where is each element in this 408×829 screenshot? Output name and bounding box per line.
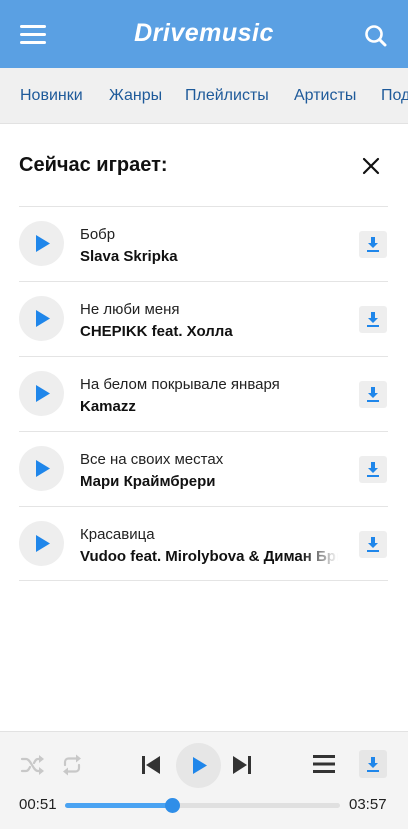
track-list: Бобр Slava Skripka Не люби меня CHEPIKK … xyxy=(19,206,388,581)
track-artist: CHEPIKK feat. Холла xyxy=(80,323,233,340)
site-logo[interactable]: Drivemusic xyxy=(0,19,408,48)
track-row[interactable]: Не люби меня CHEPIKK feat. Холла xyxy=(19,281,388,356)
previous-track-icon[interactable] xyxy=(142,756,160,779)
next-track-icon[interactable] xyxy=(233,756,251,779)
track-artist: Мари Краймбрери xyxy=(80,473,216,490)
progress-handle[interactable] xyxy=(165,798,181,813)
now-playing-title: Сейчас играет: xyxy=(19,154,168,176)
nav-item-new[interactable]: Новинки xyxy=(20,87,83,105)
download-icon[interactable] xyxy=(359,306,387,333)
track-row[interactable]: Красавица Vudoo feat. Mirolybova & Диман… xyxy=(19,506,388,581)
nav-item-more[interactable]: Под xyxy=(381,87,408,105)
total-time: 03:57 xyxy=(349,796,387,813)
repeat-icon[interactable] xyxy=(61,753,83,782)
track-artist: Kamazz xyxy=(80,398,136,415)
track-row[interactable]: Все на своих местах Мари Краймбрери xyxy=(19,431,388,506)
current-time: 00:51 xyxy=(19,796,57,813)
progress-fill xyxy=(65,803,173,808)
download-icon[interactable] xyxy=(359,456,387,483)
download-icon[interactable] xyxy=(359,750,387,778)
nav-item-genres[interactable]: Жанры xyxy=(109,87,162,105)
track-artist: Slava Skripka xyxy=(80,248,178,265)
audio-player: 00:51 03:57 xyxy=(0,731,408,829)
play-icon[interactable] xyxy=(19,221,64,266)
track-row[interactable]: Бобр Slava Skripka xyxy=(19,206,388,281)
play-icon[interactable] xyxy=(19,296,64,341)
nav-item-playlists[interactable]: Плейлисты xyxy=(185,87,269,105)
track-title: Красавица xyxy=(80,526,155,543)
app-header: Drivemusic xyxy=(0,0,408,68)
track-title: Бобр xyxy=(80,226,116,243)
close-icon[interactable] xyxy=(360,155,382,177)
category-nav: Новинки Жанры Плейлисты Артисты Под xyxy=(0,68,408,124)
track-row[interactable]: На белом покрывале января Kamazz xyxy=(19,356,388,431)
play-icon[interactable] xyxy=(19,446,64,491)
track-title: Все на своих местах xyxy=(80,451,224,468)
track-title: Не люби меня xyxy=(80,301,180,318)
shuffle-icon[interactable] xyxy=(20,754,44,781)
play-icon[interactable] xyxy=(19,371,64,416)
download-icon[interactable] xyxy=(359,381,387,408)
search-icon[interactable] xyxy=(362,22,390,50)
playlist-icon[interactable] xyxy=(313,754,335,779)
play-button[interactable] xyxy=(176,743,221,788)
download-icon[interactable] xyxy=(359,231,387,258)
download-icon[interactable] xyxy=(359,531,387,558)
progress-bar[interactable] xyxy=(65,798,340,813)
nav-item-artists[interactable]: Артисты xyxy=(294,87,356,105)
track-artist: Vudoo feat. Mirolybova & Диман Брюханов xyxy=(80,548,338,565)
track-title: На белом покрывале января xyxy=(80,376,280,393)
play-icon[interactable] xyxy=(19,521,64,566)
